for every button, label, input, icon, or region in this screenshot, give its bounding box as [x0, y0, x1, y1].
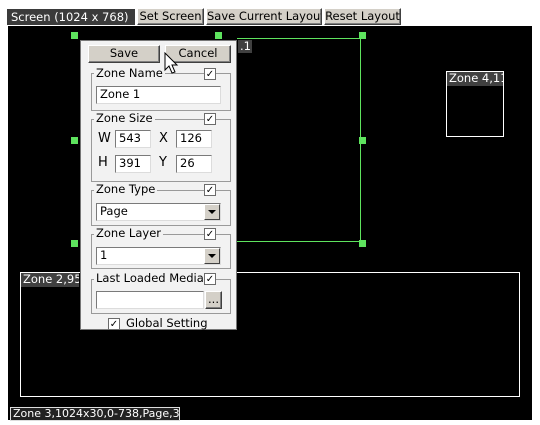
resize-handle-bottom-right[interactable] [359, 240, 366, 247]
resize-handle-middle-right[interactable] [359, 137, 366, 144]
width-label: W [98, 131, 111, 146]
reset-layout-button[interactable]: Reset Layout [324, 8, 401, 25]
resize-handle-top-right[interactable] [359, 32, 366, 39]
resize-handle-bottom-left[interactable] [71, 240, 78, 247]
zone-layer-value: 1 [100, 248, 108, 262]
zone-properties-panel: Save Cancel Zone Name ✓ Zone 1 Zone Size… [80, 40, 237, 330]
screen-size-label: Screen (1024 x 768) [7, 9, 135, 25]
last-loaded-media-checkbox[interactable]: ✓ [204, 273, 216, 285]
zone4-label: Zone 4,11 [447, 72, 503, 86]
y-label: Y [159, 155, 167, 170]
last-loaded-media-input[interactable] [96, 291, 204, 309]
zone1-border-top [237, 38, 362, 39]
zone-type-checkbox[interactable]: ✓ [204, 184, 216, 196]
global-setting-label: Global Setting [126, 316, 208, 330]
global-setting-checkbox[interactable]: ✓ [108, 318, 120, 330]
zone-name-input[interactable]: Zone 1 [96, 86, 221, 104]
set-screen-button[interactable]: Set Screen [137, 8, 204, 25]
save-button[interactable]: Save [88, 45, 160, 63]
browse-media-button[interactable]: ... [205, 291, 222, 309]
mouse-pointer-icon [164, 52, 179, 74]
y-input[interactable]: 26 [176, 155, 212, 173]
zone1-label[interactable]: .1 [238, 40, 252, 53]
zone-layer-dropdown-icon[interactable] [204, 248, 220, 264]
zone2-label: Zone 2,95 [21, 273, 79, 287]
zone-size-legend: Zone Size [94, 111, 155, 125]
resize-handle-middle-left[interactable] [71, 137, 78, 144]
resize-handle-top-middle[interactable] [215, 32, 222, 39]
zone-layer-select[interactable]: 1 [96, 247, 221, 265]
zone-name-checkbox[interactable]: ✓ [204, 68, 216, 80]
zone-type-legend: Zone Type [94, 182, 158, 196]
zone-type-dropdown-icon[interactable] [204, 204, 220, 220]
x-label: X [159, 131, 168, 146]
last-loaded-media-legend: Last Loaded Media [94, 271, 206, 285]
resize-handle-top-left[interactable] [71, 32, 78, 39]
height-input[interactable]: 391 [115, 155, 151, 173]
zone-layer-legend: Zone Layer [94, 226, 163, 240]
zone-layer-checkbox[interactable]: ✓ [204, 228, 216, 240]
zone-name-legend: Zone Name [94, 66, 165, 80]
zone-type-select[interactable]: Page [96, 203, 221, 221]
zone3-status[interactable]: Zone 3,1024x30,0-738,Page,3 [10, 407, 180, 421]
save-current-layout-button[interactable]: Save Current Layout [206, 8, 322, 25]
zone-size-checkbox[interactable]: ✓ [204, 113, 216, 125]
x-input[interactable]: 126 [176, 130, 212, 148]
zone1-border-bottom [237, 241, 361, 242]
width-input[interactable]: 543 [115, 130, 151, 148]
zone-type-value: Page [100, 204, 128, 218]
height-label: H [98, 155, 108, 170]
